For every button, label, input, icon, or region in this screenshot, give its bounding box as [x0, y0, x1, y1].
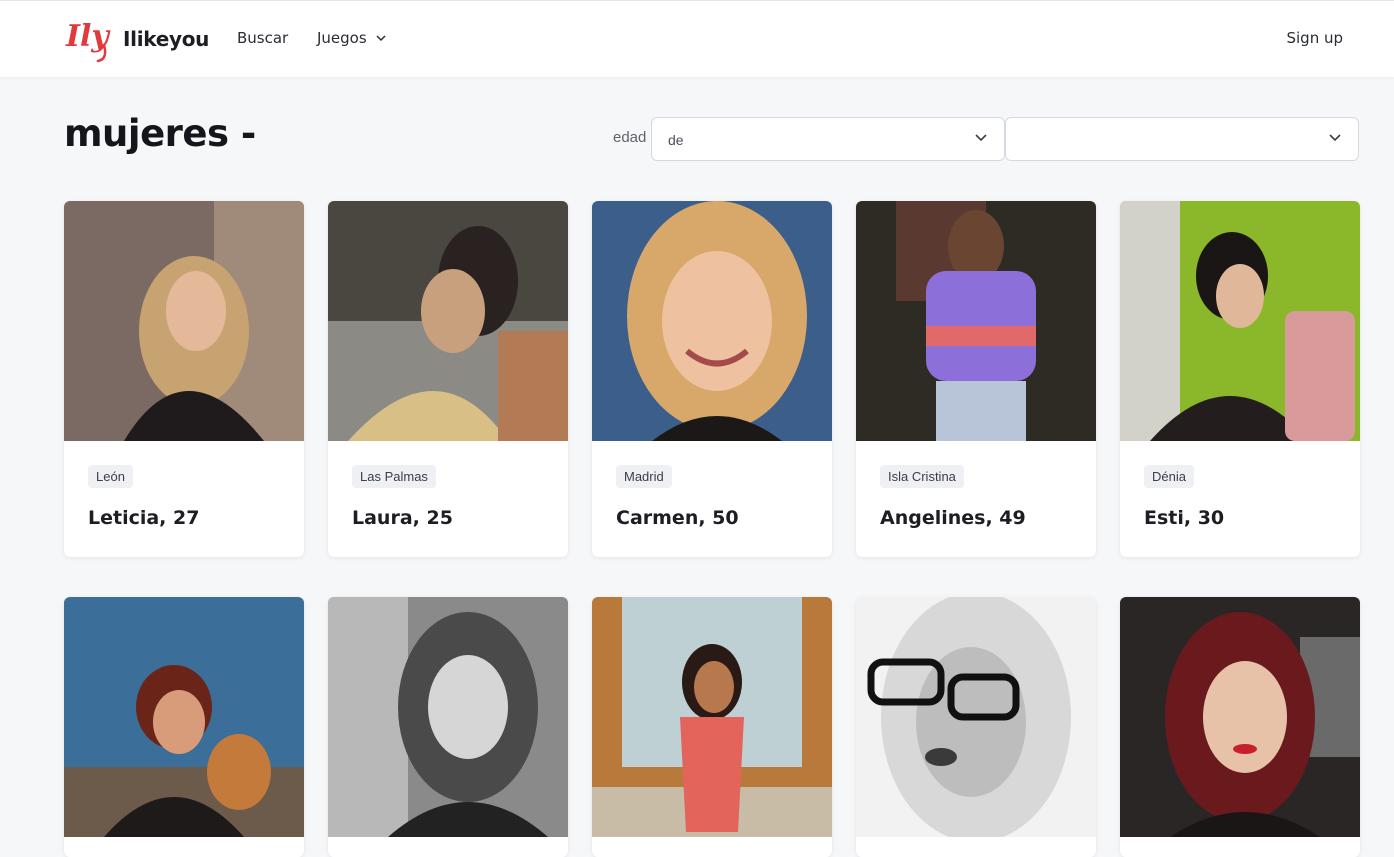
brand-name: Ilikeyou	[123, 27, 210, 51]
age-from-select[interactable]: de	[651, 117, 1005, 161]
nav-buscar-link[interactable]: Buscar	[237, 29, 288, 47]
profile-name: Esti, 30	[1144, 507, 1225, 529]
profile-photo	[64, 597, 304, 837]
profile-card[interactable]	[1120, 597, 1360, 857]
profile-photo	[592, 597, 832, 837]
profile-photo	[1120, 201, 1360, 441]
profile-card[interactable]: Isla Cristina Angelines, 49	[856, 201, 1096, 557]
profile-photo	[592, 201, 832, 441]
profile-card[interactable]	[856, 597, 1096, 857]
city-tag: Dénia	[1144, 465, 1194, 488]
chevron-down-icon	[376, 34, 386, 41]
profile-card[interactable]: Dénia Esti, 30	[1120, 201, 1360, 557]
profile-card[interactable]	[64, 597, 304, 857]
logo-link[interactable]: Ily Ilikeyou	[64, 15, 209, 63]
profile-name: Laura, 25	[352, 507, 453, 529]
profile-name: Angelines, 49	[880, 507, 1026, 529]
profile-photo	[856, 597, 1096, 837]
profile-card[interactable]: Madrid Carmen, 50	[592, 201, 832, 557]
logo-icon: Ily	[65, 19, 111, 63]
profile-card[interactable]: León Leticia, 27	[64, 201, 304, 557]
profile-photo	[856, 201, 1096, 441]
profile-card[interactable]	[592, 597, 832, 857]
top-navbar: Ily Ilikeyou Buscar Juegos Sign up	[0, 0, 1394, 77]
city-tag: Madrid	[616, 465, 672, 488]
profile-card[interactable]: Las Palmas Laura, 25	[328, 201, 568, 557]
city-tag: Isla Cristina	[880, 465, 964, 488]
chevron-down-icon	[1329, 134, 1341, 142]
profile-photo	[328, 201, 568, 441]
page-title: mujeres -	[64, 112, 256, 155]
profile-photo	[328, 597, 568, 837]
nav-juegos-dropdown[interactable]: Juegos	[317, 29, 386, 47]
profile-card[interactable]	[328, 597, 568, 857]
signup-button[interactable]: Sign up	[1286, 29, 1343, 47]
chevron-down-icon	[975, 134, 987, 142]
age-from-value: de	[668, 132, 684, 148]
city-tag: León	[88, 465, 133, 488]
profile-photo	[1120, 597, 1360, 837]
nav-juegos-label: Juegos	[317, 29, 367, 47]
profile-name: Leticia, 27	[88, 507, 200, 529]
age-to-select[interactable]	[1005, 117, 1359, 161]
city-tag: Las Palmas	[352, 465, 436, 488]
profile-photo	[64, 201, 304, 441]
profile-name: Carmen, 50	[616, 507, 739, 529]
age-filter-label: edad	[613, 129, 647, 146]
